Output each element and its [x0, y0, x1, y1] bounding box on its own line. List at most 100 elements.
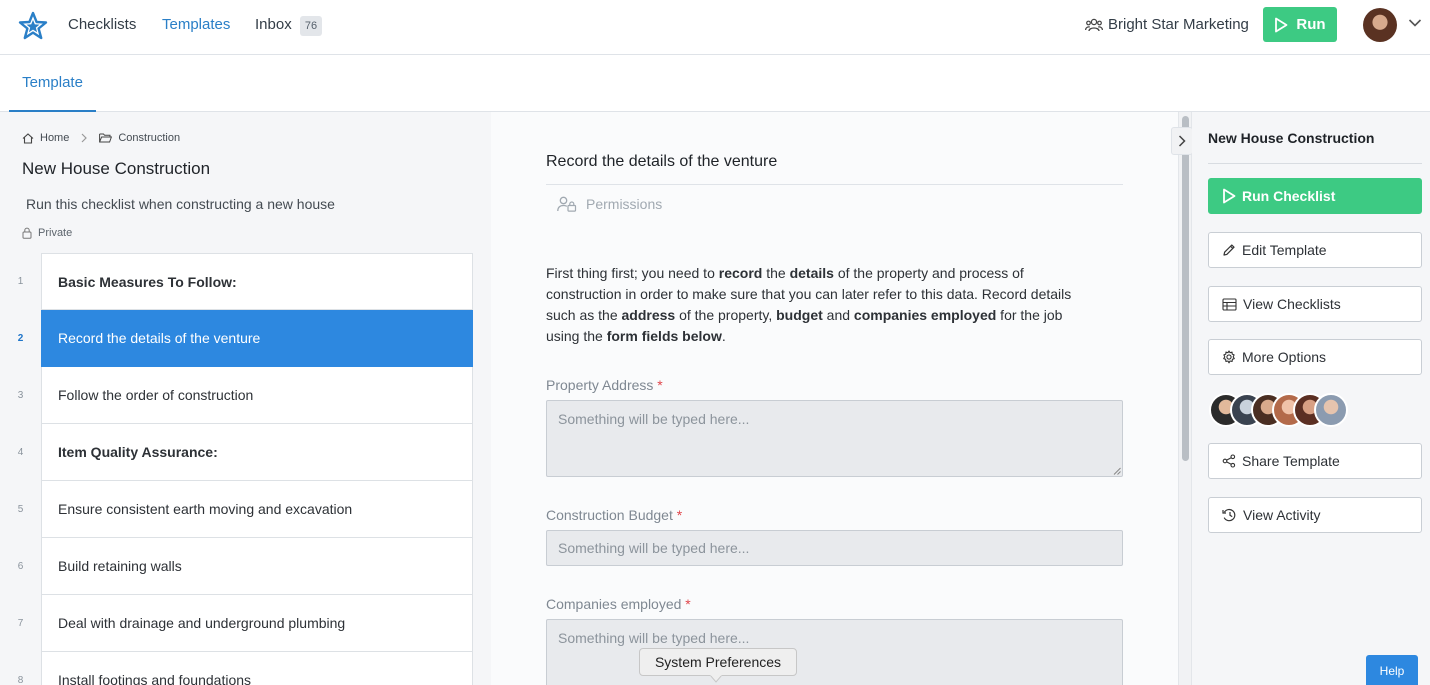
- edit-template-button[interactable]: Edit Template: [1208, 232, 1422, 268]
- run-checklist-label: Run Checklist: [1242, 188, 1336, 204]
- field-label-text: Companies employed: [546, 596, 682, 612]
- task-heading[interactable]: Item Quality Assurance:: [41, 424, 473, 481]
- task-item[interactable]: Build retaining walls: [41, 538, 473, 595]
- view-checklists-button[interactable]: View Checklists: [1208, 286, 1422, 322]
- tab-template[interactable]: Template: [9, 55, 96, 112]
- description-text: and: [822, 307, 854, 323]
- field-label-text: Property Address: [546, 377, 654, 393]
- description-text: .: [721, 328, 726, 344]
- list-item: 5 Ensure consistent earth moving and exc…: [0, 481, 491, 538]
- task-detail-panel: Record the details of the venture Permis…: [491, 112, 1178, 685]
- field-label-text: Construction Budget: [546, 507, 673, 523]
- task-heading[interactable]: Basic Measures To Follow:: [41, 253, 473, 310]
- organization-name: Bright Star Marketing: [1108, 16, 1249, 33]
- history-icon: [1222, 508, 1237, 522]
- chevron-right-icon: [1178, 135, 1186, 147]
- task-number: 8: [17, 675, 24, 685]
- edit-template-label: Edit Template: [1242, 242, 1327, 258]
- resize-grip-icon[interactable]: [1113, 467, 1121, 475]
- task-title: Record the details of the venture: [546, 153, 778, 170]
- template-actions-sidebar: New House Construction Run Checklist Edi…: [1192, 112, 1430, 685]
- list-item: 3 Follow the order of construction: [0, 367, 491, 424]
- more-options-button[interactable]: More Options: [1208, 339, 1422, 375]
- star-logo-icon[interactable]: [18, 11, 48, 41]
- required-asterisk: *: [685, 596, 691, 612]
- view-activity-button[interactable]: View Activity: [1208, 497, 1422, 533]
- list-item: 2 Record the details of the venture: [0, 310, 491, 367]
- divider: [546, 184, 1123, 185]
- divider: [1208, 163, 1422, 164]
- collapse-sidebar-button[interactable]: [1171, 127, 1193, 155]
- task-number: 4: [17, 447, 24, 458]
- nav-checklists-link[interactable]: Checklists: [68, 16, 136, 33]
- construction-budget-input[interactable]: [546, 530, 1123, 566]
- table-icon: [1222, 297, 1237, 311]
- nav-inbox-link[interactable]: Inbox: [255, 16, 292, 33]
- chevron-right-icon: [81, 133, 88, 143]
- task-item-selected[interactable]: Record the details of the venture: [41, 310, 473, 367]
- nav-templates-link[interactable]: Templates: [162, 16, 230, 33]
- companies-employed-input[interactable]: [546, 619, 1123, 685]
- folder-open-icon: [99, 133, 113, 143]
- list-item: 1 Basic Measures To Follow:: [0, 253, 491, 310]
- inbox-count-badge: 76: [300, 16, 322, 36]
- construction-budget-label: Construction Budget *: [546, 507, 682, 523]
- play-icon: [1274, 17, 1288, 33]
- task-item[interactable]: Ensure consistent earth moving and excav…: [41, 481, 473, 538]
- template-title: New House Construction: [22, 159, 211, 178]
- users-icon: [1085, 18, 1103, 32]
- view-activity-label: View Activity: [1243, 507, 1321, 523]
- permissions-label: Permissions: [586, 196, 663, 212]
- view-checklists-label: View Checklists: [1243, 296, 1341, 312]
- help-button[interactable]: Help: [1366, 655, 1418, 685]
- property-address-input[interactable]: [546, 400, 1123, 477]
- tooltip-tail: [710, 675, 722, 683]
- description-bold: budget: [776, 307, 823, 323]
- companies-employed-label: Companies employed *: [546, 596, 691, 612]
- vertical-scrollbar[interactable]: [1178, 112, 1192, 685]
- user-avatar[interactable]: [1363, 8, 1397, 42]
- task-item[interactable]: Follow the order of construction: [41, 367, 473, 424]
- description-bold: details: [789, 265, 834, 281]
- breadcrumb-folder-link[interactable]: Construction: [118, 132, 180, 144]
- list-item: 4 Item Quality Assurance:: [0, 424, 491, 481]
- permissions-button[interactable]: Permissions: [557, 196, 662, 212]
- privacy-status: Private: [22, 227, 72, 239]
- task-number: 6: [17, 561, 24, 572]
- assignee-avatars[interactable]: [1209, 393, 1369, 429]
- task-item[interactable]: Install footings and foundations: [41, 652, 473, 685]
- task-number: 7: [17, 618, 24, 629]
- description-text: of the property,: [675, 307, 777, 323]
- list-item: 7 Deal with drainage and underground plu…: [0, 595, 491, 652]
- task-number: 2: [17, 333, 24, 344]
- list-item: 8 Install footings and foundations: [0, 652, 491, 685]
- task-number: 1: [17, 276, 24, 287]
- description-bold: companies employed: [853, 307, 997, 323]
- breadcrumb: Home Construction: [22, 132, 180, 144]
- template-description: Run this checklist when constructing a n…: [26, 196, 335, 212]
- lock-icon: [22, 227, 32, 239]
- task-number: 3: [17, 390, 24, 401]
- description-text: First thing first; you need to: [546, 265, 719, 281]
- task-number: 5: [17, 504, 24, 515]
- home-icon: [22, 132, 34, 144]
- scrollbar-thumb[interactable]: [1182, 116, 1189, 461]
- task-item[interactable]: Deal with drainage and underground plumb…: [41, 595, 473, 652]
- description-bold: record: [718, 265, 763, 281]
- chevron-down-icon[interactable]: [1408, 18, 1422, 28]
- avatar[interactable]: [1314, 393, 1348, 427]
- sidebar-template-title: New House Construction: [1208, 130, 1375, 146]
- list-item: 6 Build retaining walls: [0, 538, 491, 595]
- organization-switcher[interactable]: Bright Star Marketing: [1085, 16, 1249, 33]
- required-asterisk: *: [676, 507, 683, 523]
- share-icon: [1222, 454, 1236, 468]
- user-lock-icon: [557, 196, 577, 212]
- property-address-label: Property Address *: [546, 377, 663, 393]
- checklist-outline-panel: Home Construction New House Construction…: [0, 112, 491, 685]
- more-options-label: More Options: [1242, 349, 1327, 365]
- breadcrumb-home-link[interactable]: Home: [40, 132, 69, 144]
- share-template-button[interactable]: Share Template: [1208, 443, 1422, 479]
- run-button[interactable]: Run: [1263, 7, 1337, 42]
- task-description: First thing first; you need to record th…: [546, 263, 1086, 347]
- run-checklist-button[interactable]: Run Checklist: [1208, 178, 1422, 214]
